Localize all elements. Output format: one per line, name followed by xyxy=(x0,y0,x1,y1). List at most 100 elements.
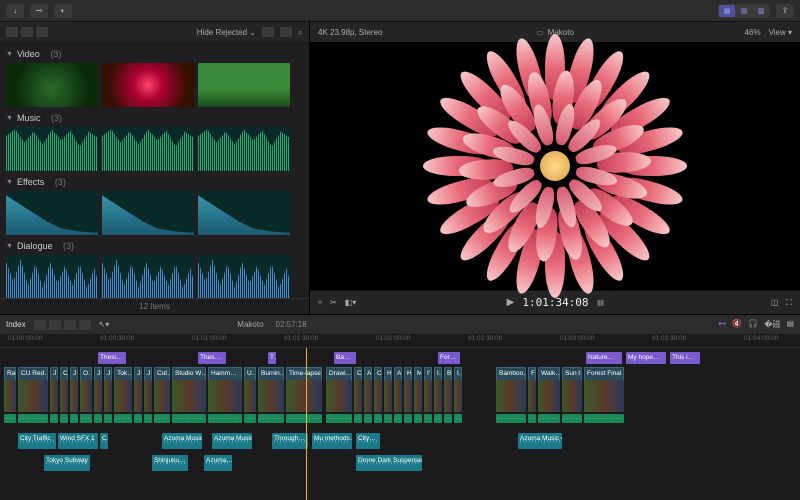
workspace-segmented[interactable]: ▦ ▤ ▥ xyxy=(718,4,770,18)
keyword-button[interactable]: ⊸ xyxy=(30,4,48,18)
snapping-icon[interactable]: �磁 xyxy=(764,319,780,330)
search-icon[interactable]: ⌕ xyxy=(298,27,303,38)
clip-video-thumb[interactable] xyxy=(114,380,132,412)
clip-connected-audio[interactable] xyxy=(538,414,560,423)
category-dialogue[interactable]: ▼Dialogue (3) xyxy=(6,241,303,251)
photos-icon[interactable] xyxy=(21,27,33,37)
clip-video-thumb[interactable] xyxy=(404,380,412,412)
clip-connected-audio[interactable] xyxy=(394,414,402,423)
video-thumb[interactable] xyxy=(102,63,194,107)
clip-marker[interactable]: This i… xyxy=(670,352,700,364)
clip-connected-audio[interactable] xyxy=(414,414,422,423)
clip-connected-audio[interactable] xyxy=(496,414,526,423)
zoom-label[interactable]: 46% xyxy=(745,28,761,37)
tools-icon[interactable]: ✂︎ xyxy=(330,298,337,307)
video-thumb[interactable] xyxy=(198,63,290,107)
clip-marker[interactable]: Ba… xyxy=(334,352,356,364)
clip-video-thumb[interactable] xyxy=(4,380,16,412)
viewer-canvas[interactable]: // generate petals procedurally later is… xyxy=(310,42,800,290)
clip-connected-audio[interactable] xyxy=(18,414,48,423)
skimming-icon[interactable]: ⊷ xyxy=(718,319,726,330)
clip-marker[interactable]: Thesi… xyxy=(98,352,126,364)
clip-connected-audio[interactable] xyxy=(244,414,256,423)
category-music[interactable]: ▼Music (3) xyxy=(6,113,303,123)
audio-thumb[interactable] xyxy=(102,127,194,171)
fullscreen-icon[interactable]: ⛶ xyxy=(786,298,792,308)
clip-audio2[interactable]: City Traffic xyxy=(18,433,56,449)
audio-thumb[interactable] xyxy=(198,127,290,171)
clip-connected-audio[interactable] xyxy=(80,414,92,423)
clip-connected-audio[interactable] xyxy=(172,414,206,423)
clip-video-thumb[interactable] xyxy=(70,380,78,412)
clip-video-thumb[interactable] xyxy=(286,380,322,412)
clip-audio2[interactable]: Azuma… xyxy=(204,455,232,471)
clip-video-thumb[interactable] xyxy=(258,380,284,412)
clip-audio2[interactable]: C… xyxy=(100,433,108,449)
clip-connected-audio[interactable] xyxy=(258,414,284,423)
clip-connected-audio[interactable] xyxy=(528,414,536,423)
audio-thumb[interactable] xyxy=(6,127,98,171)
clip-video-thumb[interactable] xyxy=(384,380,392,412)
video-thumb[interactable] xyxy=(6,63,98,107)
effect-thumb[interactable] xyxy=(6,191,98,235)
category-video[interactable]: ▼Video (3) xyxy=(6,49,303,59)
clip-video-thumb[interactable] xyxy=(538,380,560,412)
clip-video-thumb[interactable] xyxy=(154,380,170,412)
dialogue-thumb[interactable] xyxy=(198,255,290,298)
clip-video-thumb[interactable] xyxy=(444,380,452,412)
timeline-ruler[interactable]: 01:00:00:0001:00:30:0001:01:00:0001:01:3… xyxy=(0,334,800,348)
clip-connected-audio[interactable] xyxy=(364,414,372,423)
clip-audio2[interactable]: Azuma Music 2 xyxy=(212,433,252,449)
category-effects[interactable]: ▼Effects (3) xyxy=(6,177,303,187)
view-menu[interactable]: View ▾ xyxy=(769,28,792,37)
clip-connected-audio[interactable] xyxy=(424,414,432,423)
clip-connected-audio[interactable] xyxy=(404,414,412,423)
filter-dropdown[interactable]: Hide Rejected ⌄ xyxy=(197,28,256,37)
clip-connected-audio[interactable] xyxy=(354,414,362,423)
clip-connected-audio[interactable] xyxy=(384,414,392,423)
list-view-icon[interactable] xyxy=(280,27,292,37)
clip-video-thumb[interactable] xyxy=(50,380,58,412)
effect-thumb[interactable] xyxy=(102,191,194,235)
audio-skimming-icon[interactable]: 🔇 xyxy=(732,319,742,330)
clip-connected-audio[interactable] xyxy=(154,414,170,423)
timeline-layout-icon[interactable] xyxy=(34,320,46,330)
share-button[interactable]: ⇪ xyxy=(776,4,794,18)
clip-video-thumb[interactable] xyxy=(134,380,142,412)
clip-video-thumb[interactable] xyxy=(80,380,92,412)
timeline-layout-icon[interactable] xyxy=(79,320,91,330)
clip-audio2[interactable]: Drone Dark Suspense 1 xyxy=(356,455,422,471)
clip-video-thumb[interactable] xyxy=(434,380,442,412)
clip-video-thumb[interactable] xyxy=(394,380,402,412)
playhead[interactable] xyxy=(306,348,307,500)
clip-marker[interactable]: Nature… xyxy=(586,352,622,364)
clip-connected-audio[interactable] xyxy=(104,414,112,423)
timeline-layout-icon[interactable] xyxy=(49,320,61,330)
clip-video-thumb[interactable] xyxy=(584,380,624,412)
clip-video-thumb[interactable] xyxy=(18,380,48,412)
clip-video-thumb[interactable] xyxy=(414,380,422,412)
clip-connected-audio[interactable] xyxy=(562,414,582,423)
clip-connected-audio[interactable] xyxy=(374,414,382,423)
clip-connected-audio[interactable] xyxy=(326,414,352,423)
workspace-seg-3[interactable]: ▥ xyxy=(753,5,769,17)
clip-video-thumb[interactable] xyxy=(454,380,462,412)
clip-connected-audio[interactable] xyxy=(434,414,442,423)
clip-video-thumb[interactable] xyxy=(94,380,102,412)
play-button[interactable]: ▶ xyxy=(507,297,515,308)
audio-meter-icon[interactable]: ▮▮ xyxy=(597,298,604,307)
clip-video-thumb[interactable] xyxy=(104,380,112,412)
clip-connected-audio[interactable] xyxy=(94,414,102,423)
clip-audio2[interactable]: Through… xyxy=(272,433,308,449)
clip-audio2[interactable]: Mu methods… xyxy=(312,433,352,449)
clip-video-thumb[interactable] xyxy=(208,380,242,412)
clip-audio2[interactable]: Wind SFX 1 xyxy=(58,433,98,449)
clip-marker[interactable]: T… xyxy=(268,352,276,364)
clip-audio2[interactable]: Azuma Music 1 xyxy=(162,433,202,449)
clip-connected-audio[interactable] xyxy=(144,414,152,423)
clip-audio2[interactable]: Tokyo Subway xyxy=(44,455,90,471)
clip-marker[interactable]: Thes… xyxy=(198,352,226,364)
clip-connected-audio[interactable] xyxy=(4,414,16,423)
clip-connected-audio[interactable] xyxy=(70,414,78,423)
clip-connected-audio[interactable] xyxy=(584,414,624,423)
